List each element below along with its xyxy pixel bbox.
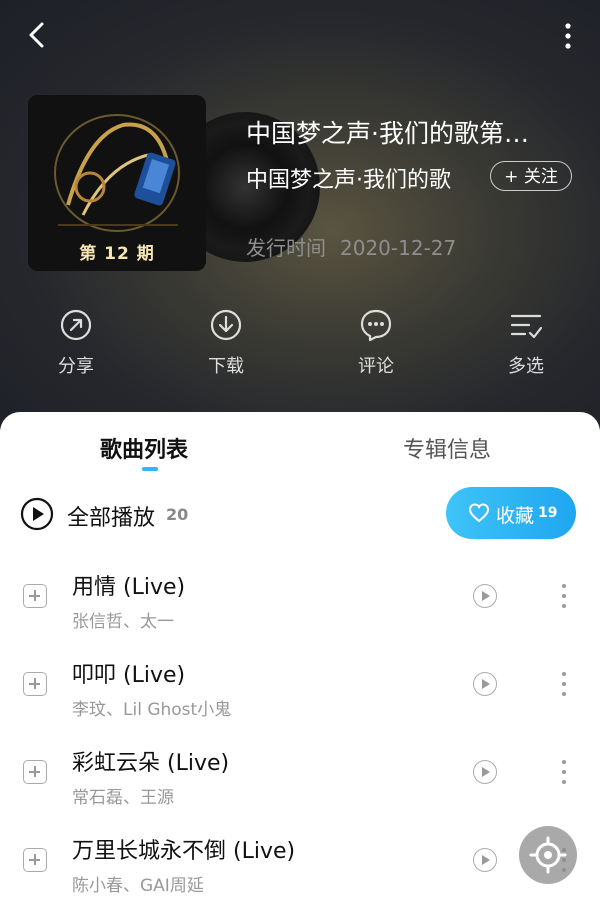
add-icon[interactable] [23, 584, 47, 608]
comment-label: 评论 [358, 356, 394, 377]
add-icon[interactable] [23, 848, 47, 872]
album-header: 第 12 期 中国梦之声·我们的歌第… 中国梦之声·我们的歌 + 关注 发行时间… [0, 0, 600, 430]
album-title: 中国梦之声·我们的歌第… [246, 119, 529, 148]
comment-icon [360, 309, 392, 342]
cover-episode-text: 第 12 期 [79, 244, 155, 264]
play-all-label: 全部播放 [67, 506, 156, 531]
download-button[interactable]: 下载 [186, 308, 266, 378]
song-artists: 李玟、Lil Ghost小鬼 [72, 700, 232, 720]
multiselect-button[interactable]: 多选 [486, 308, 566, 378]
floating-assistant-button[interactable] [519, 826, 577, 884]
tab-album-info[interactable]: 专辑信息 [403, 432, 491, 464]
comment-button[interactable]: 评论 [336, 308, 416, 378]
share-icon [60, 309, 92, 341]
song-row[interactable]: 用情 (Live) 张信哲、太一 [0, 567, 600, 655]
release-label: 发行时间 [246, 236, 326, 260]
mv-play-icon[interactable] [473, 672, 497, 696]
download-icon [210, 309, 242, 341]
mv-play-icon[interactable] [473, 848, 497, 872]
collect-count: 19 [538, 505, 558, 521]
song-count: 20 [166, 505, 189, 524]
add-icon[interactable] [23, 672, 47, 696]
play-circle-icon [20, 497, 54, 531]
song-title: 彩虹云朵 (Live) [72, 751, 230, 776]
song-row[interactable]: 彩虹云朵 (Live) 常石磊、王源 [0, 743, 600, 831]
song-row[interactable]: 叩叩 (Live) 李玟、Lil Ghost小鬼 [0, 655, 600, 743]
release-info: 发行时间 2020-12-27 [246, 232, 470, 261]
heart-icon [468, 503, 490, 523]
song-title: 叩叩 (Live) [72, 663, 186, 688]
song-artists: 陈小春、GAI周延 [72, 876, 204, 896]
song-artists: 常石磊、王源 [72, 788, 174, 808]
mv-play-icon[interactable] [473, 584, 497, 608]
song-more-icon[interactable] [556, 670, 572, 698]
song-title: 万里长城永不倒 (Live) [72, 839, 296, 864]
song-artists: 张信哲、太一 [72, 612, 174, 632]
song-row[interactable]: 万里长城永不倒 (Live) 陈小春、GAI周延 [0, 831, 600, 919]
collect-label: 收藏 [496, 505, 535, 527]
release-date: 2020-12-27 [340, 236, 457, 260]
more-vertical-icon[interactable] [556, 22, 580, 50]
share-button[interactable]: 分享 [36, 308, 116, 378]
multiselect-icon [510, 314, 543, 339]
add-icon[interactable] [23, 760, 47, 784]
target-icon [529, 836, 567, 874]
mv-play-icon[interactable] [473, 760, 497, 784]
tab-song-list[interactable]: 歌曲列表 [100, 432, 188, 464]
share-label: 分享 [58, 356, 94, 377]
song-more-icon[interactable] [556, 758, 572, 786]
album-cover[interactable]: 第 12 期 [28, 95, 206, 271]
back-icon[interactable] [22, 18, 52, 52]
multiselect-label: 多选 [508, 356, 544, 377]
album-artist[interactable]: 中国梦之声·我们的歌 [246, 162, 451, 194]
download-label: 下载 [208, 356, 244, 377]
song-more-icon[interactable] [556, 582, 572, 610]
collect-button[interactable]: 收藏 19 [446, 487, 576, 539]
tab-indicator [142, 467, 158, 471]
song-title: 用情 (Live) [72, 575, 186, 600]
follow-button[interactable]: + 关注 [490, 161, 572, 191]
